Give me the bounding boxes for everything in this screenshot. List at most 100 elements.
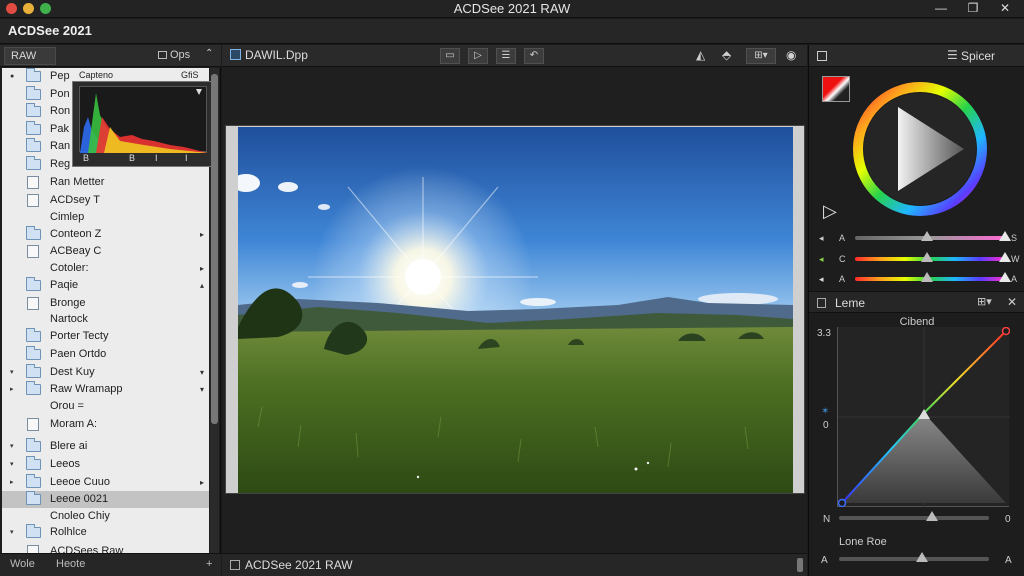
tree-row[interactable]: ▸ Raw Wramapp ▾ [2, 381, 209, 398]
histogram-tick-3: I [185, 153, 188, 163]
chevron-up-icon[interactable]: ⌃ [205, 48, 213, 59]
close-icon[interactable]: ✕ [1007, 295, 1017, 309]
tree-row[interactable]: ▸ Leeoe Cuuo ▸ [2, 474, 209, 491]
histogram-popup: Capteno GfiS B B I I [72, 70, 212, 167]
folder-icon[interactable]: ▭ [440, 48, 460, 64]
footer-right-label[interactable]: Heote [56, 558, 85, 570]
curve-slider[interactable] [823, 511, 1003, 525]
footer-left-label[interactable]: Wole [10, 558, 35, 570]
color-swatch[interactable] [822, 76, 850, 102]
tree-row[interactable]: Cnoleo Chiy [2, 508, 209, 525]
folder-icon [26, 277, 41, 291]
bottom-slider[interactable] [823, 552, 1003, 566]
play-hue-icon[interactable]: ▷ [823, 201, 837, 222]
curve-y-mid: 0 [823, 420, 829, 431]
row-arrow-icon[interactable]: ▾ [200, 381, 204, 398]
scrollbar-thumb[interactable] [211, 74, 218, 424]
maximize-button[interactable]: ❐ [956, 0, 990, 18]
folder-icon [26, 524, 41, 538]
close-button[interactable]: ✕ [988, 0, 1022, 18]
hsl-slider[interactable]: ◂ A A [819, 272, 1019, 286]
minimize-button[interactable]: — [924, 0, 958, 18]
raw-tab[interactable]: RAW [4, 47, 56, 65]
expand-toggle-icon[interactable]: ▸ [10, 474, 14, 491]
file-tab[interactable]: DAWIL.Dpp [230, 48, 308, 62]
tree-row[interactable]: ▾ Leeos [2, 456, 209, 473]
expand-toggle-icon[interactable]: ▸ [10, 381, 14, 398]
image-icon [230, 560, 240, 570]
tree-row[interactable]: Ran Metter [2, 174, 209, 191]
histogram-tick-2: I [155, 153, 158, 163]
row-arrow-icon[interactable]: ▾ [200, 364, 204, 381]
hsl-slider[interactable]: ◂ C W [819, 252, 1020, 266]
app-name: ACDSee 2021 [8, 23, 92, 38]
slider-end-knob[interactable] [999, 231, 1011, 241]
slider-knob[interactable] [921, 272, 933, 282]
tree-row[interactable]: Cotoler: ▸ [2, 260, 209, 277]
bottom-slider-knob[interactable] [915, 552, 928, 562]
stamp-icon[interactable]: ⬘ [722, 48, 731, 62]
bottom-slider-track[interactable] [839, 557, 989, 561]
list-icon[interactable]: ☰ [496, 48, 516, 64]
tree-row[interactable]: ▾ Blere ai [2, 438, 209, 455]
tree-row-label: Bronge [50, 297, 86, 309]
curve-marker-icon[interactable]: ✶ [821, 406, 829, 417]
tree-row-label: Leeoe Cuuo [50, 476, 110, 488]
row-arrow-icon[interactable]: ▴ [200, 277, 204, 294]
tree-row[interactable]: Paen Ortdo [2, 346, 209, 363]
slider-end-knob[interactable] [999, 252, 1011, 262]
color-wheel[interactable] [850, 79, 990, 219]
tree-row[interactable]: Nartock [2, 311, 209, 328]
info-icon[interactable]: ◉ [786, 48, 796, 62]
slider-arrow-icon[interactable]: ◂ [819, 274, 824, 285]
tree-row-label: Blere ai [50, 440, 88, 452]
histogram-graph [80, 89, 208, 153]
tree-row[interactable]: Cimlep [2, 209, 209, 226]
photo-landscape[interactable] [238, 127, 793, 493]
tree-row[interactable]: Orou = [2, 398, 209, 415]
slider-knob[interactable] [921, 252, 933, 262]
row-arrow-icon[interactable]: ▸ [200, 260, 204, 277]
tree-row[interactable]: Bronge [2, 295, 209, 312]
row-arrow-icon[interactable]: ▸ [200, 474, 204, 491]
document-icon [27, 297, 39, 310]
play-icon[interactable]: ▷ [468, 48, 488, 64]
tree-row-label: Dest Kuy [50, 366, 95, 378]
tree-row[interactable]: ACDSees Raw [2, 543, 209, 553]
slider-arrow-icon[interactable]: ◂ [819, 233, 824, 244]
rotate-icon[interactable]: ↶ [524, 48, 544, 64]
expand-toggle-icon[interactable]: ▾ [10, 524, 14, 541]
histogram-header-right: GfiS [181, 70, 199, 80]
footer-scroll-handle[interactable] [797, 558, 803, 572]
row-arrow-icon[interactable]: ▸ [200, 226, 204, 243]
tree-row[interactable]: Leeoe 0021 [2, 491, 209, 508]
hsl-slider[interactable]: ◂ A S [819, 231, 1019, 245]
curve-slider-knob[interactable] [926, 511, 938, 521]
footer-add-icon[interactable]: + [206, 558, 212, 570]
lens-row-title: Lone Roe [839, 536, 887, 548]
tree-row[interactable]: Porter Tecty [2, 328, 209, 345]
layout-icon[interactable]: ⊞▾ [746, 48, 776, 64]
tree-row[interactable]: ▾ Dest Kuy ▾ [2, 364, 209, 381]
slider-knob[interactable] [921, 231, 933, 241]
expand-toggle-icon[interactable]: ▾ [10, 438, 14, 455]
tree-row[interactable]: ACBeay C [2, 243, 209, 260]
curve-slider-track[interactable] [839, 516, 989, 520]
expand-toggle-icon[interactable]: ● [10, 68, 14, 85]
slider-end-knob[interactable] [999, 272, 1011, 282]
tree-row[interactable]: ACDsey T [2, 192, 209, 209]
expand-toggle-icon[interactable]: ▾ [10, 456, 14, 473]
options-button[interactable]: Ops [158, 49, 190, 61]
tree-row[interactable]: Paqie ▴ [2, 277, 209, 294]
expand-toggle-icon[interactable]: ▾ [10, 364, 14, 381]
pin-icon[interactable]: ⊞▾ [977, 295, 992, 308]
folder-icon [26, 346, 41, 360]
slider-arrow-icon[interactable]: ◂ [819, 254, 824, 265]
folder-icon [26, 86, 41, 100]
tone-curve[interactable] [837, 326, 1011, 508]
tree-row[interactable]: Conteon Z ▸ [2, 226, 209, 243]
tree-row[interactable]: ▾ Rolhlce [2, 524, 209, 541]
tree-row[interactable]: Moram A: [2, 416, 209, 433]
menu-icon[interactable]: ☰ [947, 48, 958, 62]
levels-icon[interactable]: ◭ [696, 48, 705, 62]
